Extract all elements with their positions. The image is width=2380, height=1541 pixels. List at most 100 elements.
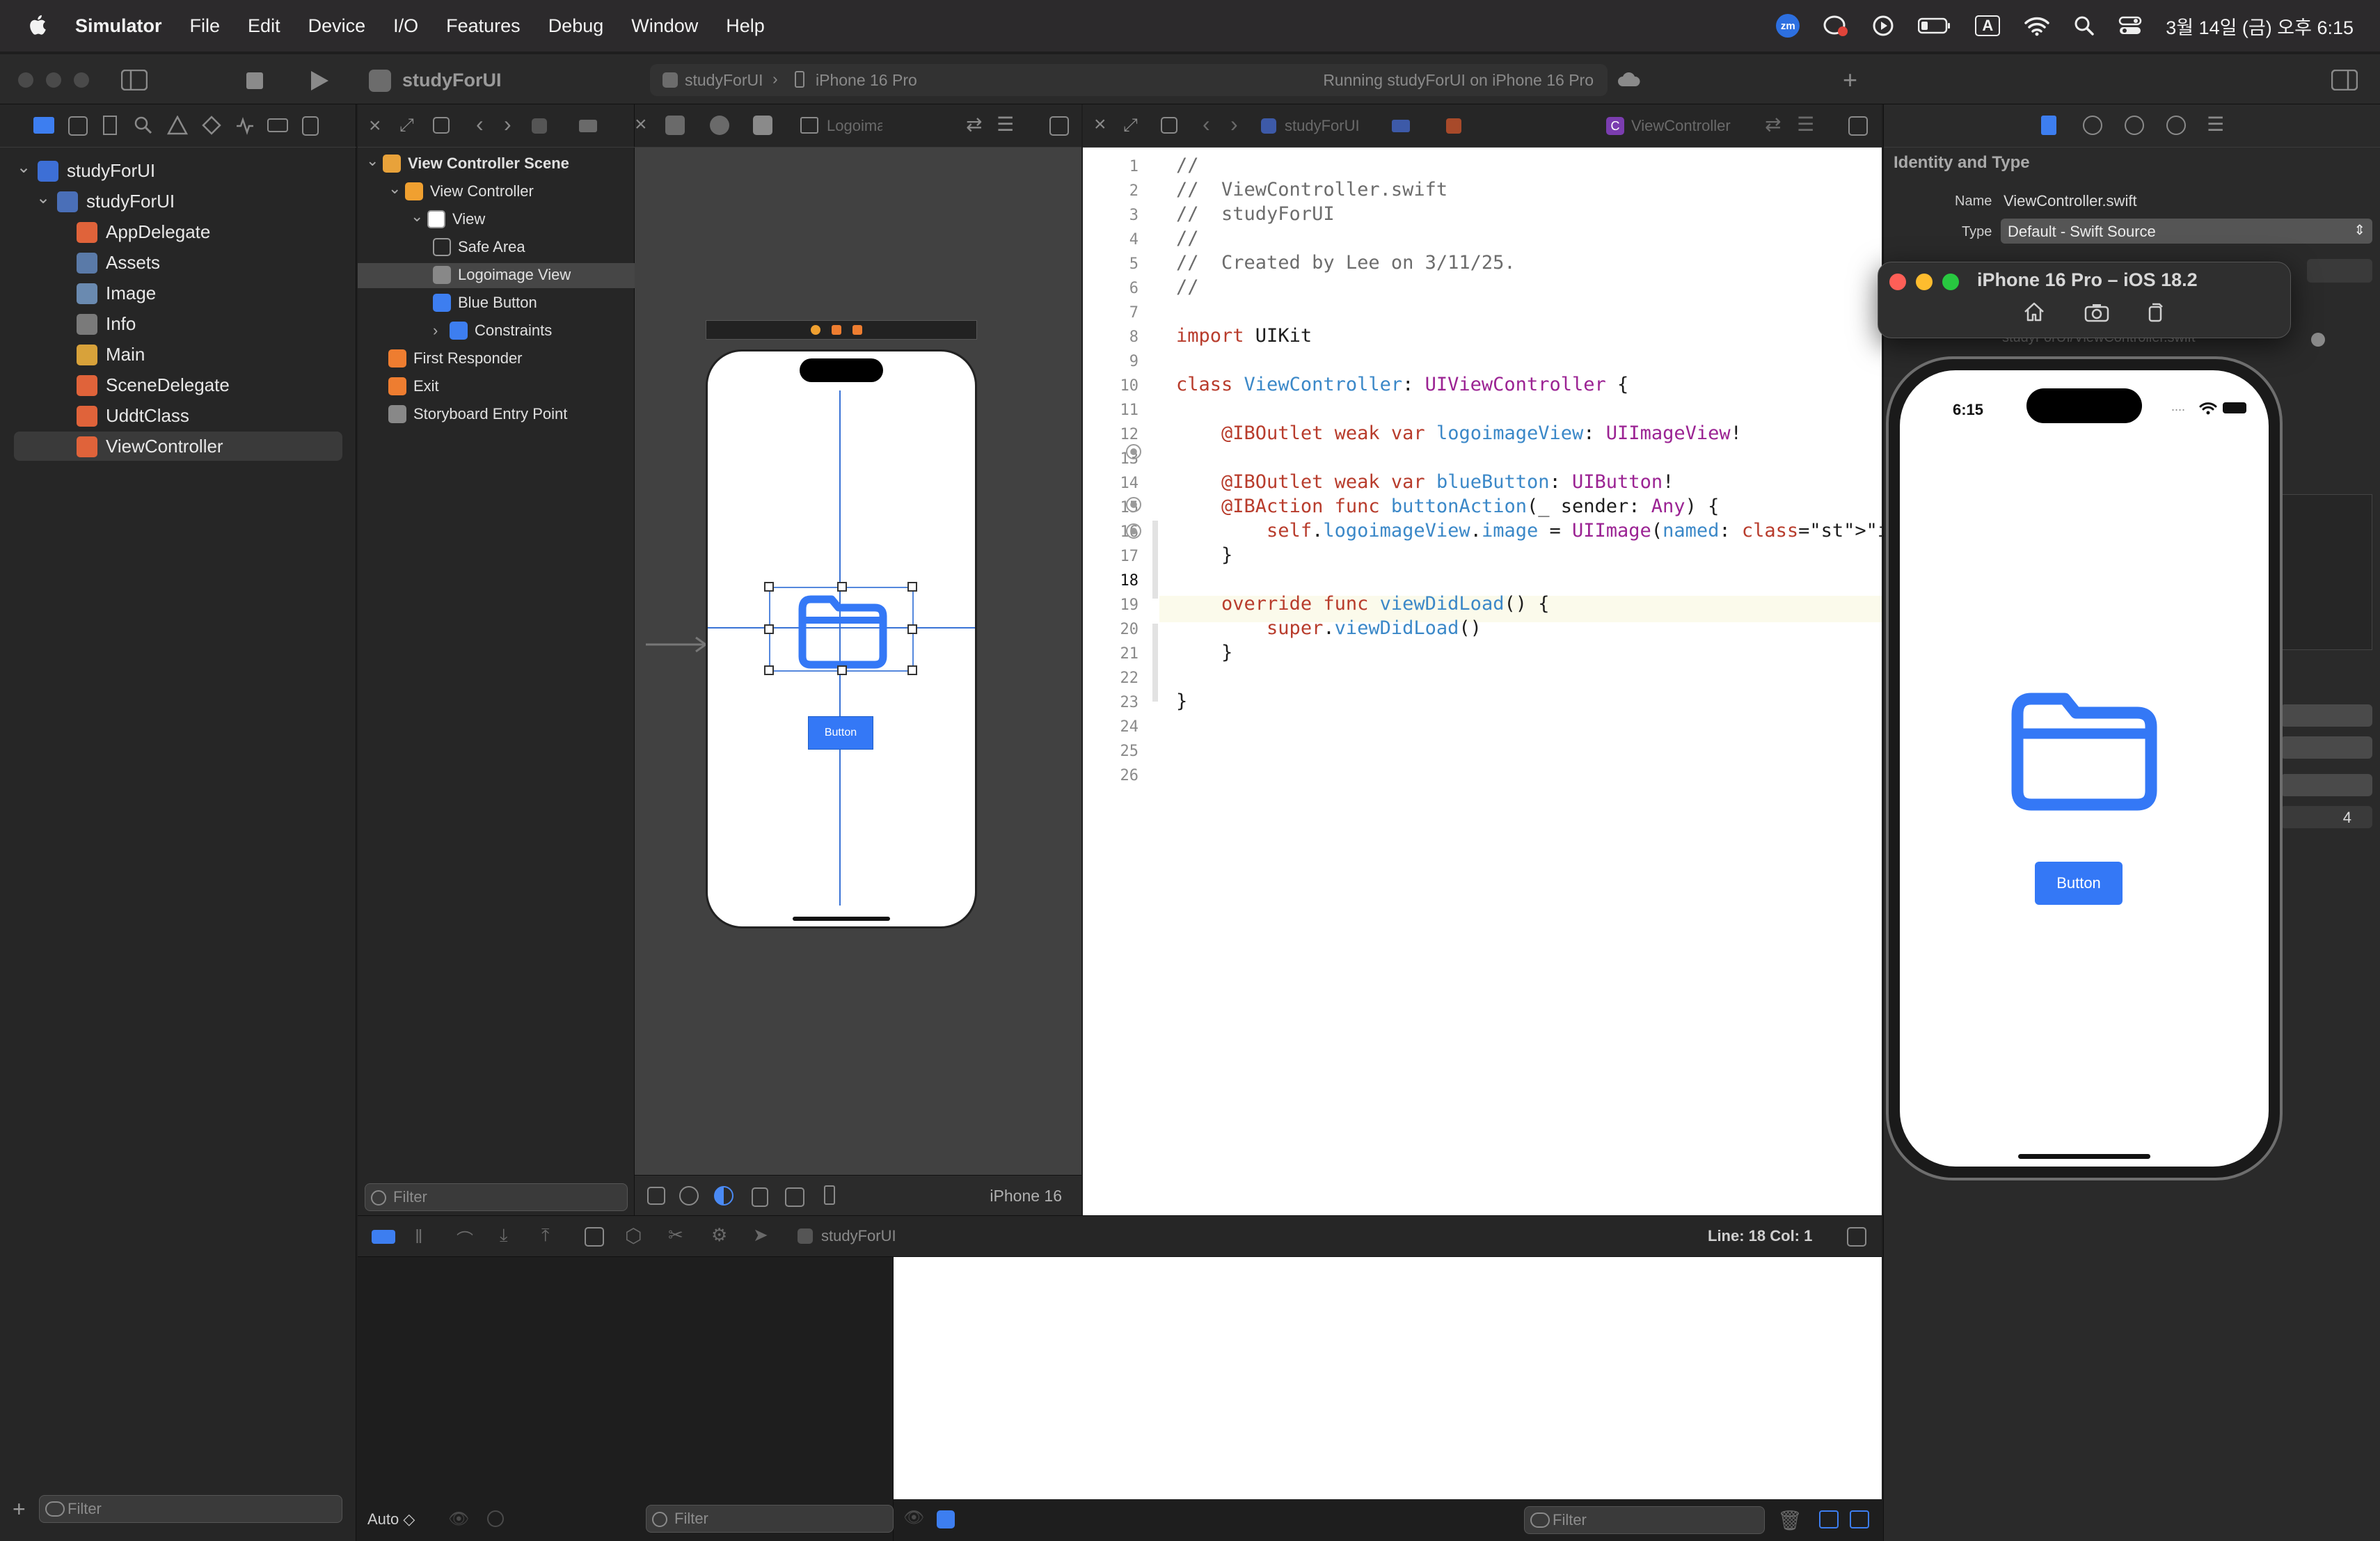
home-icon[interactable] bbox=[2023, 301, 2045, 322]
close-window-button[interactable] bbox=[18, 72, 33, 88]
code-line[interactable]: @IBOutlet weak var blueButton: UIButton! bbox=[1176, 471, 1674, 496]
app-blue-button[interactable]: Button bbox=[2035, 862, 2123, 905]
canvas-image-view-icon[interactable] bbox=[800, 117, 818, 134]
simulator-screen[interactable]: 6:15 .... Button bbox=[1900, 370, 2269, 1167]
test-navigator-icon[interactable] bbox=[202, 116, 221, 135]
issue-navigator-icon[interactable] bbox=[167, 116, 188, 135]
outline-item[interactable]: Exit bbox=[388, 377, 439, 395]
clear-console-trash-icon[interactable]: 🗑 bbox=[1777, 1509, 1802, 1532]
code-line[interactable]: } bbox=[1176, 544, 1232, 569]
report-navigator-icon[interactable] bbox=[302, 116, 319, 136]
disclosure-chevron-icon[interactable]: ⌄ bbox=[36, 188, 50, 208]
menu-app-name[interactable]: Simulator bbox=[75, 15, 162, 37]
layout-toggle-icon[interactable] bbox=[785, 1187, 804, 1207]
help-inspector-icon[interactable] bbox=[2125, 116, 2144, 135]
inspector-toggle-icon[interactable] bbox=[2331, 70, 2358, 90]
battery-icon[interactable] bbox=[1918, 17, 1951, 35]
menubar-clock[interactable]: 3월 14일 (금) 오후 6:15 bbox=[2166, 13, 2354, 40]
canvas-swap-icon[interactable]: ⇄ bbox=[966, 113, 982, 136]
outline-item[interactable]: Storyboard Entry Point bbox=[388, 405, 567, 423]
code-options-icon[interactable]: ☰ bbox=[1797, 113, 1814, 136]
inspector-popup-3[interactable] bbox=[2280, 774, 2372, 796]
console-view[interactable]: 👁 Filter 🗑 bbox=[894, 1257, 1882, 1541]
dock-view-controller-icon[interactable] bbox=[811, 325, 820, 335]
navigator-item[interactable]: Main bbox=[56, 344, 145, 365]
auto-scope-selector[interactable]: Auto ◇ bbox=[367, 1510, 415, 1528]
outline-item[interactable]: Blue Button bbox=[433, 294, 537, 312]
code-line[interactable]: @IBOutlet weak var logoimageView: UIImag… bbox=[1176, 422, 1742, 447]
simulator-close-button[interactable] bbox=[1889, 274, 1906, 290]
code-line[interactable]: class ViewController: UIViewController { bbox=[1176, 374, 1628, 398]
canvas-close-icon[interactable]: × bbox=[635, 113, 647, 136]
inspector-popup-1[interactable] bbox=[2280, 704, 2372, 727]
code-line[interactable]: override func viewDidLoad() { bbox=[1176, 593, 1549, 617]
resize-handle-bl[interactable] bbox=[764, 665, 774, 675]
navigator-item[interactable]: ⌄ studyForUI bbox=[17, 158, 155, 182]
scene-dock[interactable] bbox=[706, 320, 977, 340]
navigator-item[interactable]: SceneDelegate bbox=[56, 374, 230, 396]
outlet-connection-dot-2[interactable] bbox=[1126, 497, 1141, 512]
step-over-icon[interactable]: ⌒ bbox=[457, 1226, 473, 1250]
device-name[interactable]: iPhone 16 Pro bbox=[816, 71, 917, 90]
input-source-icon[interactable]: A bbox=[1975, 15, 2001, 36]
scheme-selector[interactable]: studyForUI › iPhone 16 Pro Running study… bbox=[650, 64, 1608, 96]
toggle-outline-icon[interactable] bbox=[647, 1187, 665, 1205]
navigator-item[interactable]: AppDelegate bbox=[56, 221, 210, 243]
console-toggle-icon[interactable] bbox=[937, 1510, 955, 1528]
debug-target-name[interactable]: studyForUI bbox=[821, 1227, 896, 1245]
code-split-icon[interactable] bbox=[1848, 116, 1868, 136]
simulator-window-titlebar[interactable]: iPhone 16 Pro – iOS 18.2 bbox=[1878, 262, 2291, 338]
menu-debug[interactable]: Debug bbox=[548, 15, 604, 37]
zoom-status-icon[interactable]: zm bbox=[1776, 14, 1800, 38]
outlet-connection-dot-1[interactable] bbox=[1126, 444, 1141, 459]
menu-device[interactable]: Device bbox=[308, 15, 366, 37]
outline-filter-input[interactable]: Filter bbox=[365, 1183, 628, 1211]
device-frame-icon[interactable] bbox=[824, 1185, 835, 1205]
breadcrumb-app-icon[interactable] bbox=[532, 118, 547, 134]
breakpoint-navigator-icon[interactable] bbox=[267, 118, 288, 132]
debug-layout-icon[interactable] bbox=[1847, 1227, 1866, 1247]
outline-item[interactable]: First Responder bbox=[388, 349, 523, 368]
home-indicator[interactable] bbox=[2018, 1154, 2150, 1159]
play-status-icon[interactable] bbox=[1872, 15, 1894, 37]
related-items-icon[interactable] bbox=[433, 117, 450, 134]
outline-disclosure-icon[interactable]: ⌄ bbox=[366, 152, 379, 170]
orientation-icon[interactable] bbox=[752, 1187, 768, 1207]
outline-item[interactable]: ⌄ View Controller Scene bbox=[366, 152, 569, 173]
resize-handle-mr[interactable] bbox=[907, 624, 917, 634]
forward-chevron-icon[interactable]: › bbox=[504, 111, 511, 137]
code-line[interactable]: // bbox=[1176, 155, 1199, 179]
menu-edit[interactable]: Edit bbox=[248, 15, 280, 37]
split-right-icon[interactable] bbox=[1850, 1510, 1869, 1528]
view-hierarchy-icon[interactable] bbox=[585, 1227, 604, 1247]
outline-disclosure-icon[interactable]: › bbox=[433, 322, 443, 340]
location-popup[interactable] bbox=[2307, 259, 2372, 283]
code-line[interactable]: } bbox=[1176, 642, 1232, 666]
action-connection-dot[interactable] bbox=[1126, 523, 1141, 539]
run-button[interactable] bbox=[309, 70, 330, 92]
navigator-item[interactable]: Image bbox=[56, 283, 156, 304]
code-editor[interactable]: 1 // 2 // ViewController.swift 3 // studyForU… bbox=[1083, 148, 1882, 1215]
apple-menu-icon[interactable] bbox=[26, 13, 47, 38]
outline-item[interactable]: Safe Area bbox=[433, 238, 525, 256]
outline-disclosure-icon[interactable]: ⌄ bbox=[411, 207, 423, 226]
step-into-icon[interactable]: ⤓ bbox=[500, 1224, 508, 1247]
code-forward-chevron-icon[interactable]: › bbox=[1230, 111, 1238, 137]
project-navigator-icon[interactable] bbox=[33, 117, 54, 134]
navigator-item[interactable]: ⌄ studyForUI bbox=[36, 188, 175, 212]
pause-icon[interactable]: ‖ bbox=[415, 1226, 423, 1248]
code-line[interactable]: // bbox=[1176, 228, 1199, 252]
canvas-options-icon[interactable]: ☰ bbox=[997, 113, 1014, 136]
code-line[interactable]: self.logoimageView.image = UIImage(named… bbox=[1176, 520, 1882, 544]
canvas-breadcrumb-last[interactable]: Logoimage View bbox=[827, 117, 882, 135]
storyboard-folder-image[interactable] bbox=[764, 582, 917, 675]
storyboard-phone-frame[interactable]: Button bbox=[706, 349, 977, 928]
canvas-storyboard-icon[interactable] bbox=[665, 116, 685, 135]
location-arrow-icon[interactable]: ➤ bbox=[753, 1224, 768, 1246]
resize-handle-tr[interactable] bbox=[907, 582, 917, 592]
back-chevron-icon[interactable]: ‹ bbox=[476, 111, 484, 137]
simulate-location-icon[interactable]: ⚙ bbox=[711, 1224, 727, 1246]
code-fold-ribbon-1[interactable] bbox=[1152, 521, 1158, 599]
outline-item[interactable]: ⌄ View Controller bbox=[388, 180, 534, 200]
scheme-name[interactable]: studyForUI bbox=[685, 71, 763, 90]
